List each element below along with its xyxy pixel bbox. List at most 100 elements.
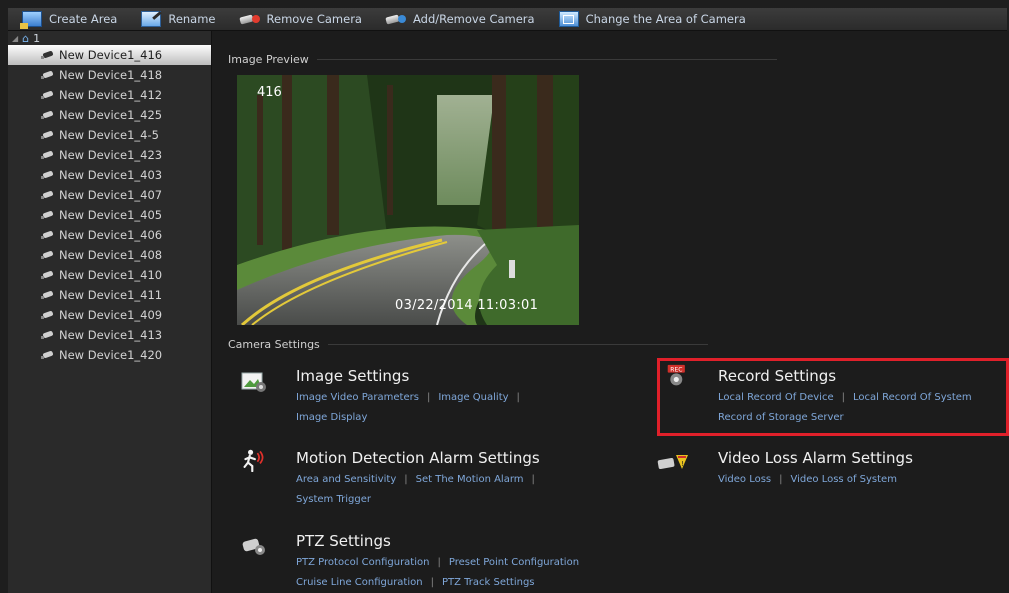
link-separator: | — [779, 474, 783, 485]
image-preview[interactable]: 416 03/22/2014 11:03:01 — [237, 75, 579, 325]
remove-camera-button[interactable]: Remove Camera — [226, 8, 372, 30]
camera-icon — [41, 311, 54, 319]
home-icon: ⌂ — [22, 31, 30, 45]
ptz-settings-group: PTZ Settings PTZ Protocol Configuration |… — [296, 532, 579, 593]
camera-icon — [41, 91, 54, 99]
camera-icon — [41, 231, 54, 239]
device-label: New Device1_4-5 — [59, 128, 159, 142]
sidebar-item-device[interactable]: New Device1_4-5 — [8, 125, 211, 145]
device-label: New Device1_403 — [59, 168, 163, 182]
camera-image — [237, 75, 579, 325]
ptz-protocol-configuration-link[interactable]: PTZ Protocol Configuration — [296, 557, 429, 568]
camera-icon — [41, 131, 54, 139]
camera-icon — [41, 291, 54, 299]
link-separator: | — [426, 392, 431, 403]
link-separator: | — [404, 474, 408, 485]
camera-icon — [41, 111, 54, 119]
image-video-parameters-link[interactable]: Image Video Parameters — [296, 392, 419, 403]
camera-icon — [41, 251, 54, 259]
camera-icon — [41, 331, 54, 339]
link-separator: | — [437, 557, 441, 568]
device-label: New Device1_413 — [59, 328, 163, 342]
area-and-sensitivity-link[interactable]: Area and Sensitivity — [296, 474, 396, 485]
preset-point-configuration-link[interactable]: Preset Point Configuration — [449, 557, 579, 568]
video-loss-icon: ! — [657, 455, 688, 469]
device-label: New Device1_418 — [59, 68, 163, 82]
image-preview-header: Image Preview — [228, 53, 777, 66]
camera-icon — [41, 151, 54, 159]
link-separator: | — [516, 392, 520, 403]
device-label: New Device1_409 — [59, 308, 163, 322]
record-settings-highlight — [657, 358, 1009, 436]
video-loss-links: Video Loss | Video Loss of System — [718, 470, 913, 490]
image-preview-label: Image Preview — [228, 53, 309, 66]
tree-root[interactable]: ◢ ⌂ 1 — [8, 31, 211, 45]
link-separator: | — [531, 474, 535, 485]
camera-icon — [41, 351, 54, 359]
camera-settings-label: Camera Settings — [228, 338, 320, 351]
camera-settings-header: Camera Settings — [228, 338, 708, 351]
sidebar-item-device[interactable]: New Device1_425 — [8, 105, 211, 125]
device-label: New Device1_408 — [59, 248, 163, 262]
device-label: New Device1_423 — [59, 148, 163, 162]
remove-camera-icon — [240, 12, 260, 26]
sidebar-item-device[interactable]: New Device1_411 — [8, 285, 211, 305]
motion-detection-title: Motion Detection Alarm Settings — [296, 449, 540, 467]
svg-text:!: ! — [681, 460, 684, 468]
add-remove-camera-label: Add/Remove Camera — [412, 12, 535, 26]
create-area-label: Create Area — [49, 12, 118, 26]
toolbar: Create Area Rename Remove Camera Add/Rem… — [8, 8, 1007, 31]
sidebar-item-device[interactable]: New Device1_410 — [8, 265, 211, 285]
sidebar-item-device[interactable]: New Device1_408 — [8, 245, 211, 265]
sidebar-item-device[interactable]: New Device1_418 — [8, 65, 211, 85]
sidebar-item-device[interactable]: New Device1_416 — [8, 45, 211, 65]
sidebar-item-device[interactable]: New Device1_420 — [8, 345, 211, 365]
sidebar-item-device[interactable]: New Device1_413 — [8, 325, 211, 345]
rename-label: Rename — [168, 12, 216, 26]
image-quality-link[interactable]: Image Quality — [438, 392, 508, 403]
video-loss-title: Video Loss Alarm Settings — [718, 449, 913, 467]
rename-button[interactable]: Rename — [127, 8, 225, 30]
sidebar-item-device[interactable]: New Device1_409 — [8, 305, 211, 325]
add-remove-camera-icon — [386, 12, 406, 26]
ptz-settings-links: PTZ Protocol Configuration | Preset Point … — [296, 553, 579, 593]
device-label: New Device1_411 — [59, 288, 163, 302]
cruise-line-configuration-link[interactable]: Cruise Line Configuration — [296, 577, 423, 588]
video-loss-of-system-link[interactable]: Video Loss of System — [791, 474, 897, 485]
camera-icon — [41, 51, 54, 59]
sidebar-item-device[interactable]: New Device1_406 — [8, 225, 211, 245]
device-tree: ◢ ⌂ 1 New Device1_416 New Device1_418 New … — [8, 31, 212, 593]
sidebar-item-device[interactable]: New Device1_412 — [8, 85, 211, 105]
image-settings-group: Image Settings Image Video Parameters | Im… — [296, 367, 528, 428]
video-loss-link[interactable]: Video Loss — [718, 474, 771, 485]
rename-icon — [141, 11, 162, 27]
change-area-icon — [558, 11, 579, 27]
device-label: New Device1_405 — [59, 208, 163, 222]
device-label: New Device1_416 — [59, 48, 163, 62]
camera-number: 416 — [257, 85, 282, 100]
device-label: New Device1_425 — [59, 108, 163, 122]
sidebar-item-device[interactable]: New Device1_423 — [8, 145, 211, 165]
device-label: New Device1_406 — [59, 228, 163, 242]
camera-icon — [41, 191, 54, 199]
sidebar-item-device[interactable]: New Device1_405 — [8, 205, 211, 225]
create-area-icon — [20, 11, 42, 29]
motion-detection-links: Area and Sensitivity | Set The Motion Alar… — [296, 470, 543, 510]
tree-root-label: 1 — [33, 31, 41, 45]
add-remove-camera-button[interactable]: Add/Remove Camera — [372, 8, 545, 30]
system-trigger-link[interactable]: System Trigger — [296, 494, 371, 505]
set-motion-alarm-link[interactable]: Set The Motion Alarm — [416, 474, 524, 485]
ptz-settings-icon — [242, 538, 265, 555]
divider — [316, 59, 777, 60]
sidebar-item-device[interactable]: New Device1_407 — [8, 185, 211, 205]
tree-expand-icon[interactable]: ◢ — [12, 34, 18, 43]
image-display-link[interactable]: Image Display — [296, 412, 367, 423]
change-area-button[interactable]: Change the Area of Camera — [545, 8, 756, 30]
divider — [327, 344, 708, 345]
video-loss-group: Video Loss Alarm Settings Video Loss | Vid… — [718, 449, 913, 490]
create-area-button[interactable]: Create Area — [8, 8, 127, 30]
image-settings-icon — [241, 372, 266, 392]
ptz-track-settings-link[interactable]: PTZ Track Settings — [442, 577, 535, 588]
image-settings-links: Image Video Parameters | Image Quality | Im… — [296, 388, 528, 428]
sidebar-item-device[interactable]: New Device1_403 — [8, 165, 211, 185]
